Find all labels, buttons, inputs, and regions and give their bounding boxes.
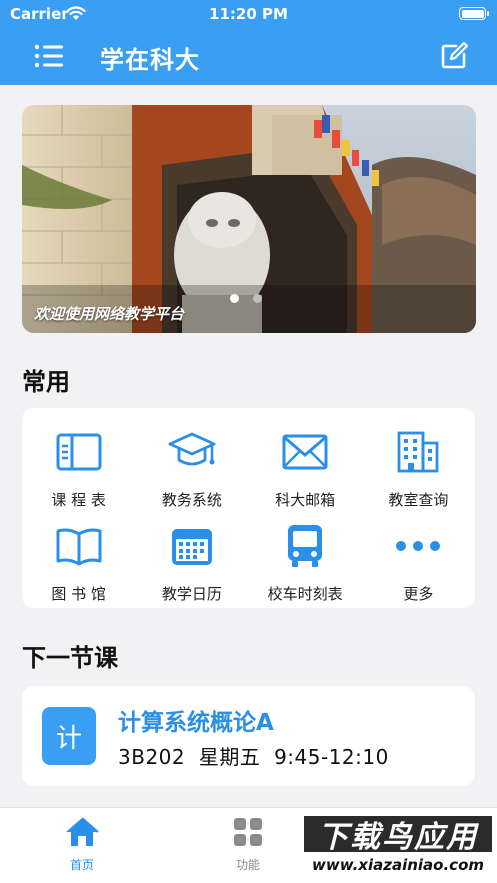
common-card: 课 程 表 教务系统 科大邮箱 教室查询 图 书 馆 教学日历 校车时刻表 更多 <box>22 408 475 608</box>
course-day: 星期五 <box>198 744 261 769</box>
next-class-card[interactable]: 计 计算系统概论A 3B202 星期五 9:45-12:10 <box>22 686 475 786</box>
carousel-dot[interactable] <box>253 294 262 303</box>
menu-icon[interactable] <box>34 43 64 69</box>
teaching-calendar-label: 教学日历 <box>161 585 222 603</box>
battery-icon <box>459 7 489 20</box>
common-section-title: 常用 <box>22 368 70 396</box>
teaching-calendar-button[interactable]: 教学日历 <box>135 520 248 614</box>
mail-icon <box>279 426 331 478</box>
course-name: 计算系统概论A <box>118 709 274 736</box>
watermark-url: www.xiazainiao.com <box>311 856 485 874</box>
tab-home-label: 首页 <box>69 858 94 872</box>
academic-system-label: 教务系统 <box>161 491 222 509</box>
more-icon <box>392 520 444 572</box>
more-button[interactable]: 更多 <box>362 520 475 614</box>
carousel-pager <box>230 294 262 303</box>
book-icon <box>53 520 105 572</box>
edit-icon[interactable] <box>440 41 469 70</box>
course-badge: 计 <box>42 707 96 765</box>
banner-carousel[interactable]: 欢迎使用网络教学平台 <box>22 105 476 333</box>
more-label: 更多 <box>403 585 434 603</box>
bus-schedule-label: 校车时刻表 <box>267 585 343 603</box>
library-label: 图 书 馆 <box>51 585 106 603</box>
schedule-button[interactable]: 课 程 表 <box>22 426 135 520</box>
watermark-logo-text: 下载鸟应用 <box>304 816 492 855</box>
grid-icon <box>232 816 264 852</box>
next-class-section-title: 下一节课 <box>22 644 118 672</box>
bus-icon <box>279 520 331 572</box>
tab-home[interactable]: 首页 <box>42 816 122 873</box>
tab-functions[interactable]: 功能 <box>208 816 288 873</box>
clock-label: 11:20 PM <box>209 5 288 23</box>
course-room: 3B202 <box>118 744 186 769</box>
classroom-query-label: 教室查询 <box>388 491 449 509</box>
banner-caption: 欢迎使用网络教学平台 <box>34 305 185 323</box>
nav-bar: 学在科大 <box>0 28 497 85</box>
carousel-dot-active[interactable] <box>230 294 239 303</box>
academic-system-button[interactable]: 教务系统 <box>135 426 248 520</box>
course-info: 3B202 星期五 9:45-12:10 <box>118 741 389 770</box>
schedule-label: 课 程 表 <box>51 491 106 509</box>
status-bar: Carrier 11:20 PM <box>0 0 497 28</box>
mail-button[interactable]: 科大邮箱 <box>249 426 362 520</box>
calendar-icon <box>166 520 218 572</box>
home-icon <box>64 816 100 852</box>
library-button[interactable]: 图 书 馆 <box>22 520 135 614</box>
course-time: 9:45-12:10 <box>274 744 389 769</box>
classroom-query-button[interactable]: 教室查询 <box>362 426 475 520</box>
schedule-icon <box>53 426 105 478</box>
tab-functions-label: 功能 <box>235 858 260 872</box>
site-watermark: 下载鸟应用 www.xiazainiao.com <box>298 812 497 883</box>
mail-label: 科大邮箱 <box>275 491 336 509</box>
graduation-cap-icon <box>166 426 218 478</box>
bus-schedule-button[interactable]: 校车时刻表 <box>249 520 362 614</box>
building-icon <box>392 426 444 478</box>
page-title: 学在科大 <box>100 46 200 74</box>
